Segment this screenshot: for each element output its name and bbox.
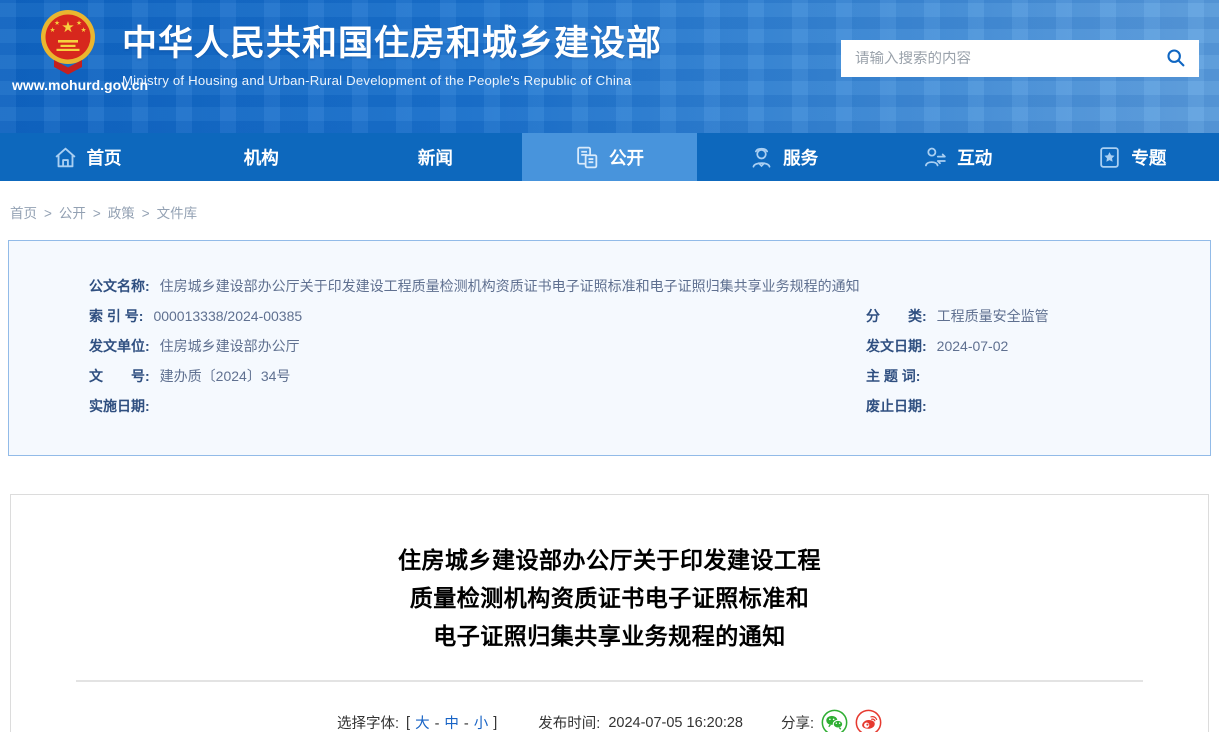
breadcrumb-separator: > xyxy=(142,206,150,221)
site-subtitle: Ministry of Housing and Urban-Rural Deve… xyxy=(122,73,662,88)
share-label: 分享: xyxy=(781,712,814,732)
publish-time-value: 2024-07-05 16:20:28 xyxy=(608,715,743,731)
nav-item-label: 机构 xyxy=(244,145,279,170)
doc-info-row: 发文日期: 2024-07-02 xyxy=(866,331,1190,361)
share-group: 分享: xyxy=(781,709,882,732)
svg-text:★: ★ xyxy=(54,20,60,27)
site-title: 中华人民共和国住房和城乡建设部 xyxy=(122,24,662,64)
doc-info-label: 主 题 词: xyxy=(866,361,920,391)
font-size-small[interactable]: 小 xyxy=(474,716,489,732)
nav-item-label: 服务 xyxy=(783,145,818,170)
site-logo[interactable]: ★★★★★ www.mohurd.gov.cn xyxy=(12,6,124,93)
article-title: 住房城乡建设部办公厅关于印发建设工程质量检测机构资质证书电子证照标准和电子证照归… xyxy=(11,541,1208,655)
doc-info-label: 分 类: xyxy=(866,301,927,331)
doc-info-columns: 索 引 号: 000013338/2024-00385发文单位: 住房城乡建设部办公… xyxy=(89,301,1190,421)
nav-item-label: 公开 xyxy=(609,145,644,170)
doc-info-row: 发文单位: 住房城乡建设部办公厅 xyxy=(89,331,866,361)
doc-info-label: 公文名称: xyxy=(89,271,150,301)
doc-info-row-title: 公文名称: 住房城乡建设部办公厅关于印发建设工程质量检测机构资质证书电子证照标准… xyxy=(89,271,1190,301)
article-title-line: 住房城乡建设部办公厅关于印发建设工程 xyxy=(11,541,1208,579)
doc-info-row: 分 类: 工程质量安全监管 xyxy=(866,301,1190,331)
nav-item-label: 新闻 xyxy=(418,145,453,170)
doc-info-value: 工程质量安全监管 xyxy=(937,301,1049,331)
doc-info-right-column: 分 类: 工程质量安全监管发文日期: 2024-07-02 主 题 词:废止日期: xyxy=(866,301,1190,421)
publish-time-label: 发布时间: xyxy=(538,712,600,732)
font-selector-open-bracket: [ xyxy=(406,715,410,731)
service-icon xyxy=(749,145,774,170)
font-size-separator: - xyxy=(464,716,469,732)
search-icon xyxy=(1165,47,1186,71)
svg-text:★: ★ xyxy=(61,19,74,36)
search-box[interactable] xyxy=(841,40,1199,77)
breadcrumb-item[interactable]: 公开 xyxy=(59,206,86,221)
article-title-line: 电子证照归集共享业务规程的通知 xyxy=(11,617,1208,655)
svg-text:★: ★ xyxy=(76,20,82,27)
breadcrumb-item: 文件库 xyxy=(157,206,198,221)
topic-icon xyxy=(1097,145,1122,170)
doc-info-value: 建办质〔2024〕34号 xyxy=(160,361,291,391)
national-emblem-icon: ★★★★★ xyxy=(12,6,124,76)
article-panel: 住房城乡建设部办公厅关于印发建设工程质量检测机构资质证书电子证照标准和电子证照归… xyxy=(10,494,1209,732)
nav-item-zhuanti[interactable]: 专题 xyxy=(1045,133,1219,181)
doc-info-label: 发文单位: xyxy=(89,331,150,361)
svg-text:★: ★ xyxy=(81,27,87,34)
doc-info-row: 实施日期: xyxy=(89,391,866,421)
doc-info-value: 住房城乡建设部办公厅 xyxy=(160,331,300,361)
doc-info-value: 住房城乡建设部办公厅关于印发建设工程质量检测机构资质证书电子证照标准和电子证照归… xyxy=(160,271,860,301)
doc-info-row: 索 引 号: 000013338/2024-00385 xyxy=(89,301,866,331)
share-wechat-icon[interactable] xyxy=(821,709,848,732)
breadcrumb-separator: > xyxy=(93,206,101,221)
font-size-medium[interactable]: 中 xyxy=(444,716,459,732)
article-title-line: 质量检测机构资质证书电子证照标准和 xyxy=(11,579,1208,617)
doc-info-row: 文 号: 建办质〔2024〕34号 xyxy=(89,361,866,391)
search-button[interactable] xyxy=(1161,45,1189,73)
main-nav: 首页 机构 新闻 公开 服务 互动 专题 xyxy=(0,133,1219,181)
doc-info-label: 实施日期: xyxy=(89,391,150,421)
nav-item-gongkai[interactable]: 公开 xyxy=(522,133,696,181)
nav-item-xinwen[interactable]: 新闻 xyxy=(348,133,522,181)
site-url: www.mohurd.gov.cn xyxy=(12,77,124,93)
breadcrumb-item[interactable]: 首页 xyxy=(10,206,37,221)
doc-info-label: 文 号: xyxy=(89,361,150,391)
doc-info-panel: 公文名称: 住房城乡建设部办公厅关于印发建设工程质量检测机构资质证书电子证照标准… xyxy=(8,240,1211,456)
nav-item-label: 首页 xyxy=(87,145,122,170)
search-input[interactable] xyxy=(855,51,1161,67)
article-divider xyxy=(76,680,1143,682)
site-header: ★★★★★ www.mohurd.gov.cn 中华人民共和国住房和城乡建设部 … xyxy=(0,0,1219,133)
home-icon xyxy=(53,145,78,170)
doc-info-label: 废止日期: xyxy=(866,391,927,421)
breadcrumb-separator: > xyxy=(44,206,52,221)
doc-info-row: 废止日期: xyxy=(866,391,1190,421)
doc-info-label: 发文日期: xyxy=(866,331,927,361)
doc-info-value: 2024-07-02 xyxy=(937,331,1009,361)
nav-item-fuwu[interactable]: 服务 xyxy=(697,133,871,181)
open-docs-icon xyxy=(575,145,600,170)
nav-item-home[interactable]: 首页 xyxy=(0,133,174,181)
publish-time: 发布时间: 2024-07-05 16:20:28 xyxy=(538,712,743,732)
breadcrumb: 首页 > 公开 > 政策 > 文件库 xyxy=(0,181,1219,222)
svg-text:★: ★ xyxy=(50,27,56,34)
nav-item-label: 互动 xyxy=(957,145,992,170)
doc-info-left-column: 索 引 号: 000013338/2024-00385发文单位: 住房城乡建设部办公… xyxy=(89,301,866,421)
doc-info-row: 主 题 词: xyxy=(866,361,1190,391)
article-meta-bar: 选择字体: [ 大-中-小 ] 发布时间: 2024-07-05 16:20:2… xyxy=(11,709,1208,732)
font-size-large[interactable]: 大 xyxy=(415,716,430,732)
font-selector-label: 选择字体: xyxy=(337,712,399,732)
nav-item-label: 专题 xyxy=(1131,145,1166,170)
share-weibo-icon[interactable] xyxy=(855,709,882,732)
doc-info-value: 000013338/2024-00385 xyxy=(153,301,302,331)
interact-icon xyxy=(923,145,948,170)
font-size-selector: 选择字体: [ 大-中-小 ] xyxy=(337,712,500,732)
font-selector-close-bracket: ] xyxy=(493,715,497,731)
nav-item-hudong[interactable]: 互动 xyxy=(871,133,1045,181)
breadcrumb-item[interactable]: 政策 xyxy=(108,206,135,221)
site-title-block: 中华人民共和国住房和城乡建设部 Ministry of Housing and … xyxy=(122,24,662,88)
font-size-separator: - xyxy=(435,716,440,732)
nav-item-jigou[interactable]: 机构 xyxy=(174,133,348,181)
doc-info-label: 索 引 号: xyxy=(89,301,143,331)
